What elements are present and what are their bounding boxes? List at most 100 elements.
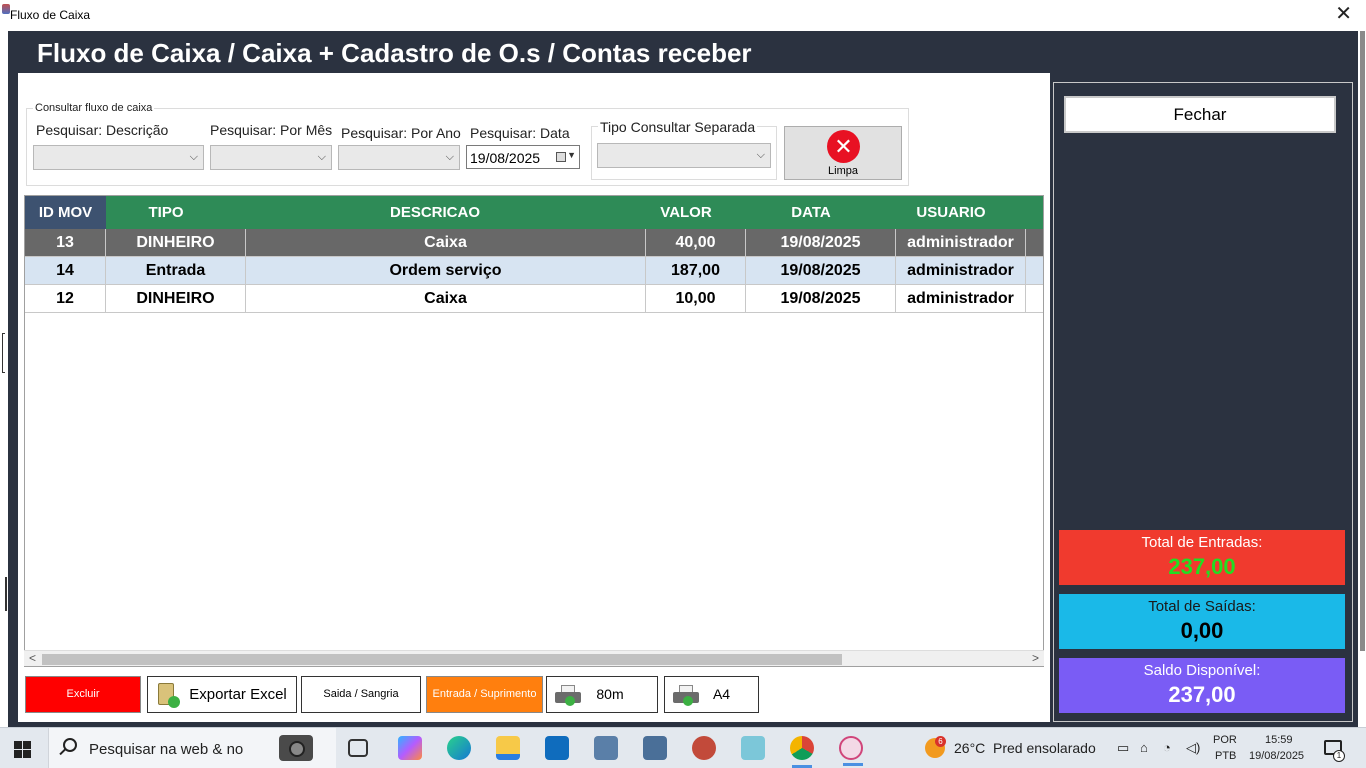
cell-valor[interactable]: 40,00 xyxy=(646,229,746,257)
column-header-tipo[interactable]: TIPO xyxy=(106,196,226,229)
chevron-down-icon: ⌵ xyxy=(317,151,326,163)
excluir-button[interactable]: Excluir xyxy=(25,676,141,713)
cell-data[interactable]: 19/08/2025 xyxy=(746,229,896,257)
cell-valor[interactable]: 10,00 xyxy=(646,285,746,313)
tools-app-icon[interactable] xyxy=(692,736,716,760)
cell-descricao[interactable]: Ordem serviço xyxy=(246,257,646,285)
taskbar-search[interactable]: Pesquisar na web & no xyxy=(48,728,336,768)
cell-data[interactable]: 19/08/2025 xyxy=(746,285,896,313)
print-a4-button[interactable]: A4 xyxy=(664,676,759,713)
clock-time[interactable]: 15:59 xyxy=(1265,734,1293,746)
date-picker[interactable]: 19/08/2025 ▼ xyxy=(466,145,580,169)
cell-id[interactable]: 12 xyxy=(25,285,106,313)
scroll-left-icon[interactable]: < xyxy=(29,651,36,665)
scroll-right-icon[interactable]: > xyxy=(1032,651,1039,665)
edge-mark xyxy=(2,333,5,373)
total-saidas-label: Total de Saídas: xyxy=(1148,598,1256,615)
app-icon[interactable] xyxy=(839,736,863,766)
tray-wifi-icon[interactable]: ◔ xyxy=(1163,740,1171,755)
cell-usuario[interactable]: administrador xyxy=(896,257,1026,285)
column-header-id-mov[interactable]: ID MOV xyxy=(25,196,106,229)
tray-network-icon[interactable]: ⌂ xyxy=(1140,740,1148,755)
total-saidas-box: Total de Saídas: 0,00 xyxy=(1059,594,1345,649)
camera-icon[interactable] xyxy=(279,735,313,761)
outlook-icon[interactable] xyxy=(545,736,569,760)
app-icon xyxy=(2,4,10,14)
printer-icon xyxy=(555,684,581,706)
scanner-app-icon[interactable] xyxy=(594,736,618,760)
column-header-usuario[interactable]: USUARIO xyxy=(896,196,1006,229)
scroll-thumb[interactable] xyxy=(42,654,842,665)
dropdown-arrow-icon[interactable]: ▼ xyxy=(567,150,576,160)
cell-filler xyxy=(1026,257,1043,285)
horizontal-scrollbar[interactable]: < > xyxy=(24,650,1044,666)
task-view-icon[interactable] xyxy=(348,739,368,757)
notes-app-icon[interactable] xyxy=(741,736,765,760)
start-icon[interactable] xyxy=(14,741,31,758)
keyboard-layout[interactable]: PTB xyxy=(1215,750,1236,762)
descricao-label: Pesquisar: Descrição xyxy=(36,122,169,138)
table-row[interactable]: 12 DINHEIRO Caixa 10,00 19/08/2025 admin… xyxy=(25,285,1043,313)
file-explorer-icon[interactable] xyxy=(496,736,520,760)
lang-code[interactable]: POR xyxy=(1213,734,1237,746)
column-header-descricao[interactable]: DESCRICAO xyxy=(246,196,624,229)
filter-group-label: Consultar fluxo de caixa xyxy=(33,102,155,114)
print-80m-button[interactable]: 80m xyxy=(546,676,658,713)
chrome-icon[interactable] xyxy=(790,736,814,768)
cell-descricao[interactable]: Caixa xyxy=(246,229,646,257)
column-header-data[interactable]: DATA xyxy=(746,196,876,229)
cell-filler xyxy=(1026,229,1043,257)
total-entradas-label: Total de Entradas: xyxy=(1141,534,1263,551)
data-label: Pesquisar: Data xyxy=(470,125,570,141)
copilot-icon[interactable] xyxy=(398,736,422,760)
entrada-suprimento-button[interactable]: Entrada / Suprimento xyxy=(426,676,543,713)
vertical-scrollbar[interactable] xyxy=(1360,31,1365,651)
mes-combo[interactable]: ⌵ xyxy=(210,145,332,170)
page-title: Fluxo de Caixa / Caixa + Cadastro de O.s… xyxy=(37,38,752,68)
cell-usuario[interactable]: administrador xyxy=(896,285,1026,313)
exportar-excel-label: Exportar Excel xyxy=(189,686,287,703)
cell-valor[interactable]: 187,00 xyxy=(646,257,746,285)
table-row[interactable]: 14 Entrada Ordem serviço 187,00 19/08/20… xyxy=(25,257,1043,285)
calendar-icon[interactable] xyxy=(556,152,566,162)
saida-sangria-button[interactable]: Saida / Sangria xyxy=(301,676,421,713)
cell-tipo[interactable]: DINHEIRO xyxy=(106,229,246,257)
grid-header: ID MOV TIPO DESCRICAO VALOR DATA USUARIO xyxy=(25,196,1043,229)
exportar-excel-button[interactable]: Exportar Excel xyxy=(147,676,297,713)
saldo-disponivel-value: 237,00 xyxy=(1168,682,1236,707)
descricao-combo[interactable]: ⌵ xyxy=(33,145,204,170)
cell-usuario[interactable]: administrador xyxy=(896,229,1026,257)
tipo-combo[interactable]: ⌵ xyxy=(597,143,771,168)
cell-id[interactable]: 13 xyxy=(25,229,106,257)
clipboard-check-icon xyxy=(158,683,180,708)
cell-tipo[interactable]: Entrada xyxy=(106,257,246,285)
window-close-button[interactable]: ✕ xyxy=(1335,4,1352,24)
network-app-icon[interactable] xyxy=(643,736,667,760)
printer-icon xyxy=(673,684,699,706)
ano-label: Pesquisar: Por Ano xyxy=(341,125,461,141)
window-titlebar: Fluxo de Caixa ✕ xyxy=(0,0,1366,31)
cell-filler xyxy=(1026,285,1043,313)
cell-descricao[interactable]: Caixa xyxy=(246,285,646,313)
cell-data[interactable]: 19/08/2025 xyxy=(746,257,896,285)
date-value: 19/08/2025 xyxy=(470,150,541,166)
saldo-disponivel-label: Saldo Disponível: xyxy=(1143,662,1261,679)
cell-tipo[interactable]: DINHEIRO xyxy=(106,285,246,313)
tray-battery-icon[interactable]: ▭ xyxy=(1117,740,1129,756)
edge-icon[interactable] xyxy=(447,736,471,760)
chevron-down-icon: ⌵ xyxy=(756,149,765,161)
tray-volume-icon[interactable]: ◁) xyxy=(1186,740,1200,756)
clear-icon: ✕ xyxy=(827,130,860,163)
fechar-button[interactable]: Fechar xyxy=(1064,96,1336,133)
limpa-label: Limpa xyxy=(828,165,858,177)
column-header-valor[interactable]: VALOR xyxy=(646,196,726,229)
weather-temp[interactable]: 26°C xyxy=(954,740,985,756)
clock-date[interactable]: 19/08/2025 xyxy=(1249,750,1304,762)
cash-flow-grid[interactable]: ID MOV TIPO DESCRICAO VALOR DATA USUARIO… xyxy=(24,195,1044,667)
ano-combo[interactable]: ⌵ xyxy=(338,145,460,170)
cell-id[interactable]: 14 xyxy=(25,257,106,285)
weather-desc[interactable]: Pred ensolarado xyxy=(993,740,1096,756)
limpa-button[interactable]: ✕ Limpa xyxy=(784,126,902,180)
search-icon xyxy=(63,738,77,752)
table-row[interactable]: 13 DINHEIRO Caixa 40,00 19/08/2025 admin… xyxy=(25,229,1043,257)
